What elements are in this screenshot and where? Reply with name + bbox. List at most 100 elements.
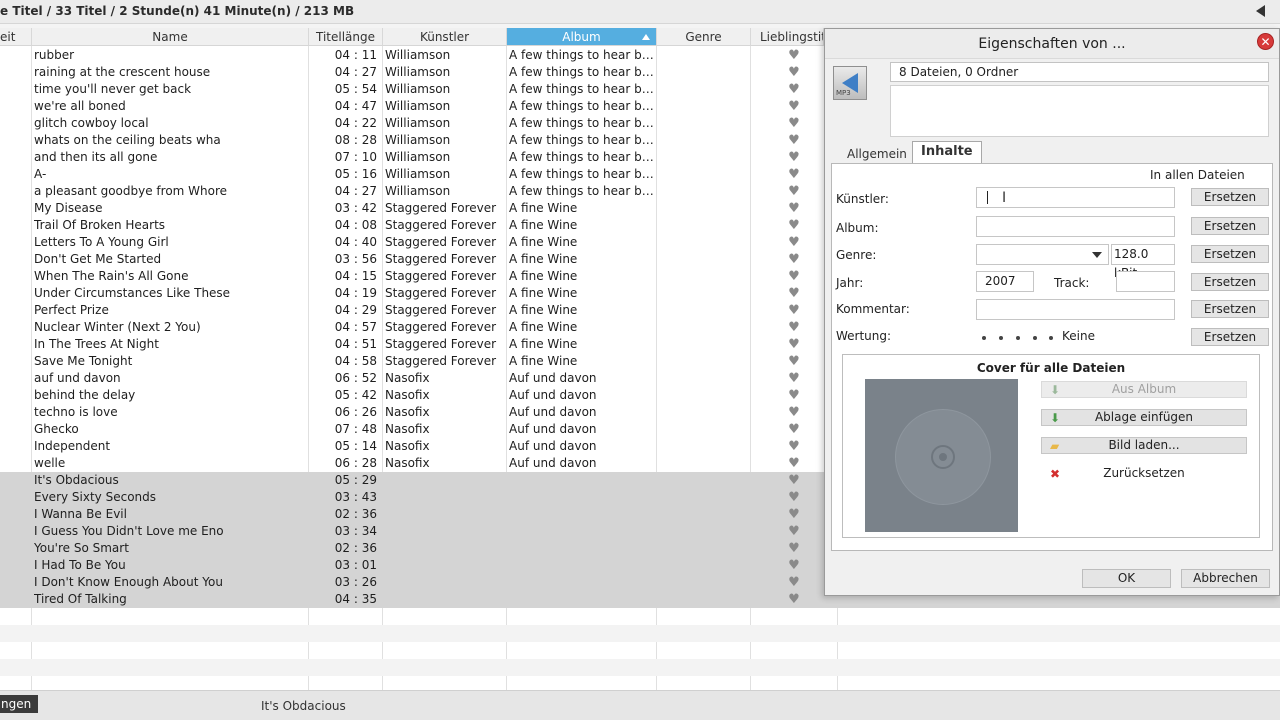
player-bar: ngen It's Obdacious: [0, 690, 1280, 720]
track-length: 03 : 01: [334, 558, 377, 572]
track-name: a pleasant goodbye from Whore: [34, 184, 228, 198]
paste-clipboard-button[interactable]: ⬇ Ablage einfügen: [1041, 409, 1247, 426]
close-icon[interactable]: ✕: [1257, 33, 1274, 50]
replace-rating-button[interactable]: Ersetzen: [1191, 328, 1269, 346]
heart-icon[interactable]: ♥: [786, 234, 802, 251]
dialog-tabs: Allgemein Inhalte: [833, 141, 1273, 165]
heart-icon[interactable]: ♥: [786, 438, 802, 455]
track-name: whats on the ceiling beats wha: [34, 133, 221, 147]
column-header-time[interactable]: eit: [0, 28, 32, 46]
track-name: and then its all gone: [34, 150, 158, 164]
heart-icon[interactable]: ♥: [786, 132, 802, 149]
column-header-artist[interactable]: Künstler: [383, 28, 507, 46]
heart-icon[interactable]: ♥: [786, 353, 802, 370]
track-artist: Williamson: [385, 65, 451, 79]
track-length: 04 : 58: [334, 354, 377, 368]
column-header-album[interactable]: Album: [507, 28, 657, 46]
heart-icon[interactable]: ♥: [786, 268, 802, 285]
mode-tag[interactable]: ngen: [0, 695, 38, 713]
replace-comment-button[interactable]: Ersetzen: [1191, 300, 1269, 318]
track-length: 05 : 16: [334, 167, 377, 181]
heart-icon[interactable]: ♥: [786, 472, 802, 489]
column-header-name-label: Name: [152, 30, 188, 44]
collapse-panel-icon[interactable]: [1256, 5, 1265, 17]
heart-icon[interactable]: ♥: [786, 166, 802, 183]
heart-icon[interactable]: ♥: [786, 64, 802, 81]
rating-star-5[interactable]: [1049, 336, 1053, 340]
heart-icon[interactable]: ♥: [786, 404, 802, 421]
column-header-favorite[interactable]: Lieblingstitel: [751, 28, 824, 46]
heart-icon[interactable]: ♥: [786, 302, 802, 319]
column-header-name[interactable]: Name: [32, 28, 309, 46]
track-album: Auf und davon: [509, 422, 597, 436]
heart-icon[interactable]: ♥: [786, 591, 802, 608]
bitrate-field: 128.0 kBit: [1111, 244, 1175, 280]
track-album: A fine Wine: [509, 269, 578, 283]
rating-star-4[interactable]: [1033, 336, 1037, 340]
heart-icon[interactable]: ♥: [786, 370, 802, 387]
year-input[interactable]: 2007: [976, 271, 1034, 292]
track-artist: Williamson: [385, 116, 451, 130]
download-icon: ⬇: [1050, 383, 1061, 397]
replace-genre-button[interactable]: Ersetzen: [1191, 245, 1269, 263]
paste-clipboard-label: Ablage einfügen: [1094, 410, 1194, 424]
track-album: [509, 523, 654, 540]
from-album-button[interactable]: ⬇ Aus Album: [1041, 381, 1247, 398]
heart-icon[interactable]: ♥: [786, 183, 802, 200]
track-artist: Staggered Forever: [385, 218, 497, 232]
ok-button[interactable]: OK: [1082, 569, 1171, 588]
replace-album-button[interactable]: Ersetzen: [1191, 217, 1269, 235]
track-album: A fine Wine: [509, 286, 578, 300]
track-album: A fine Wine: [509, 354, 578, 368]
heart-icon[interactable]: ♥: [786, 149, 802, 166]
load-image-button[interactable]: ▰ Bild laden...: [1041, 437, 1247, 454]
heart-icon[interactable]: ♥: [786, 557, 802, 574]
column-header-genre[interactable]: Genre: [657, 28, 751, 46]
rating-star-1[interactable]: [982, 336, 986, 340]
heart-icon[interactable]: ♥: [786, 506, 802, 523]
track-length: 06 : 52: [334, 371, 377, 385]
heart-icon[interactable]: ♥: [786, 455, 802, 472]
heart-icon[interactable]: ♥: [786, 387, 802, 404]
file-description-area[interactable]: [890, 85, 1269, 137]
track-input[interactable]: [1116, 271, 1175, 292]
heart-icon[interactable]: ♥: [786, 523, 802, 540]
track-album: A few things to hear bef...: [509, 116, 654, 130]
heart-icon[interactable]: ♥: [786, 251, 802, 268]
track-artist: Staggered Forever: [385, 201, 497, 215]
album-input[interactable]: [976, 216, 1175, 237]
column-header-length[interactable]: Titellänge: [309, 28, 383, 46]
genre-label: Genre:: [836, 248, 877, 262]
heart-icon[interactable]: ♥: [786, 285, 802, 302]
heart-icon[interactable]: ♥: [786, 489, 802, 506]
tab-general[interactable]: Allgemein: [839, 145, 915, 165]
heart-icon[interactable]: ♥: [786, 200, 802, 217]
heart-icon[interactable]: ♥: [786, 47, 802, 64]
track-album: Auf und davon: [509, 388, 597, 402]
track-album: A fine Wine: [509, 218, 578, 232]
heart-icon[interactable]: ♥: [786, 115, 802, 132]
heart-icon[interactable]: ♥: [786, 81, 802, 98]
cover-section: Cover für alle Dateien ⬇ Aus Album ⬇ Abl…: [842, 354, 1260, 538]
rating-star-3[interactable]: [1016, 336, 1020, 340]
heart-icon[interactable]: ♥: [786, 319, 802, 336]
heart-icon[interactable]: ♥: [786, 421, 802, 438]
rating-star-2[interactable]: [999, 336, 1003, 340]
track-artist: Williamson: [385, 99, 451, 113]
cover-image-placeholder[interactable]: [865, 379, 1018, 532]
replace-artist-button[interactable]: Ersetzen: [1191, 188, 1269, 206]
genre-select[interactable]: [976, 244, 1109, 265]
comment-input[interactable]: [976, 299, 1175, 320]
heart-icon[interactable]: ♥: [786, 217, 802, 234]
reset-cover-button[interactable]: ✖ Zurücksetzen: [1041, 465, 1247, 482]
replace-year-button[interactable]: Ersetzen: [1191, 273, 1269, 291]
heart-icon[interactable]: ♥: [786, 98, 802, 115]
track-album: A few things to hear bef...: [509, 48, 654, 62]
library-status-bar: e Titel / 33 Titel / 2 Stunde(n) 41 Minu…: [0, 0, 1280, 24]
track-name: It's Obdacious: [34, 473, 119, 487]
heart-icon[interactable]: ♥: [786, 540, 802, 557]
tab-content[interactable]: Inhalte: [912, 141, 982, 165]
heart-icon[interactable]: ♥: [786, 336, 802, 353]
heart-icon[interactable]: ♥: [786, 574, 802, 591]
cancel-button[interactable]: Abbrechen: [1181, 569, 1270, 588]
